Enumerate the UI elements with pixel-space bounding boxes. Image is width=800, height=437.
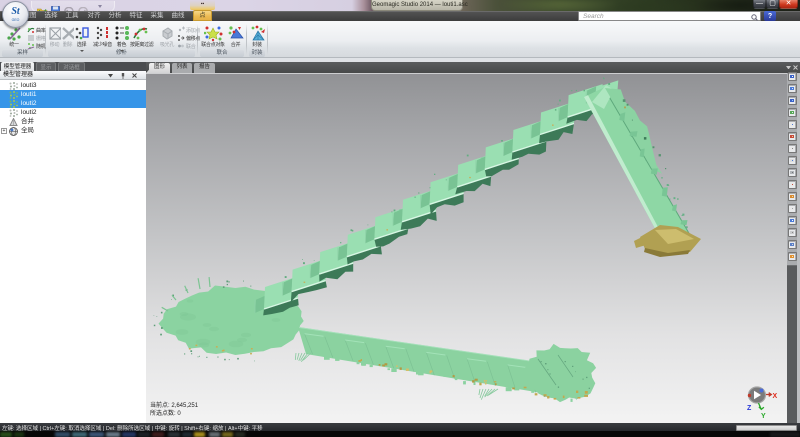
svg-text:Y: Y (761, 413, 766, 419)
svg-text:X: X (773, 393, 778, 400)
svg-text:Z: Z (747, 405, 752, 412)
